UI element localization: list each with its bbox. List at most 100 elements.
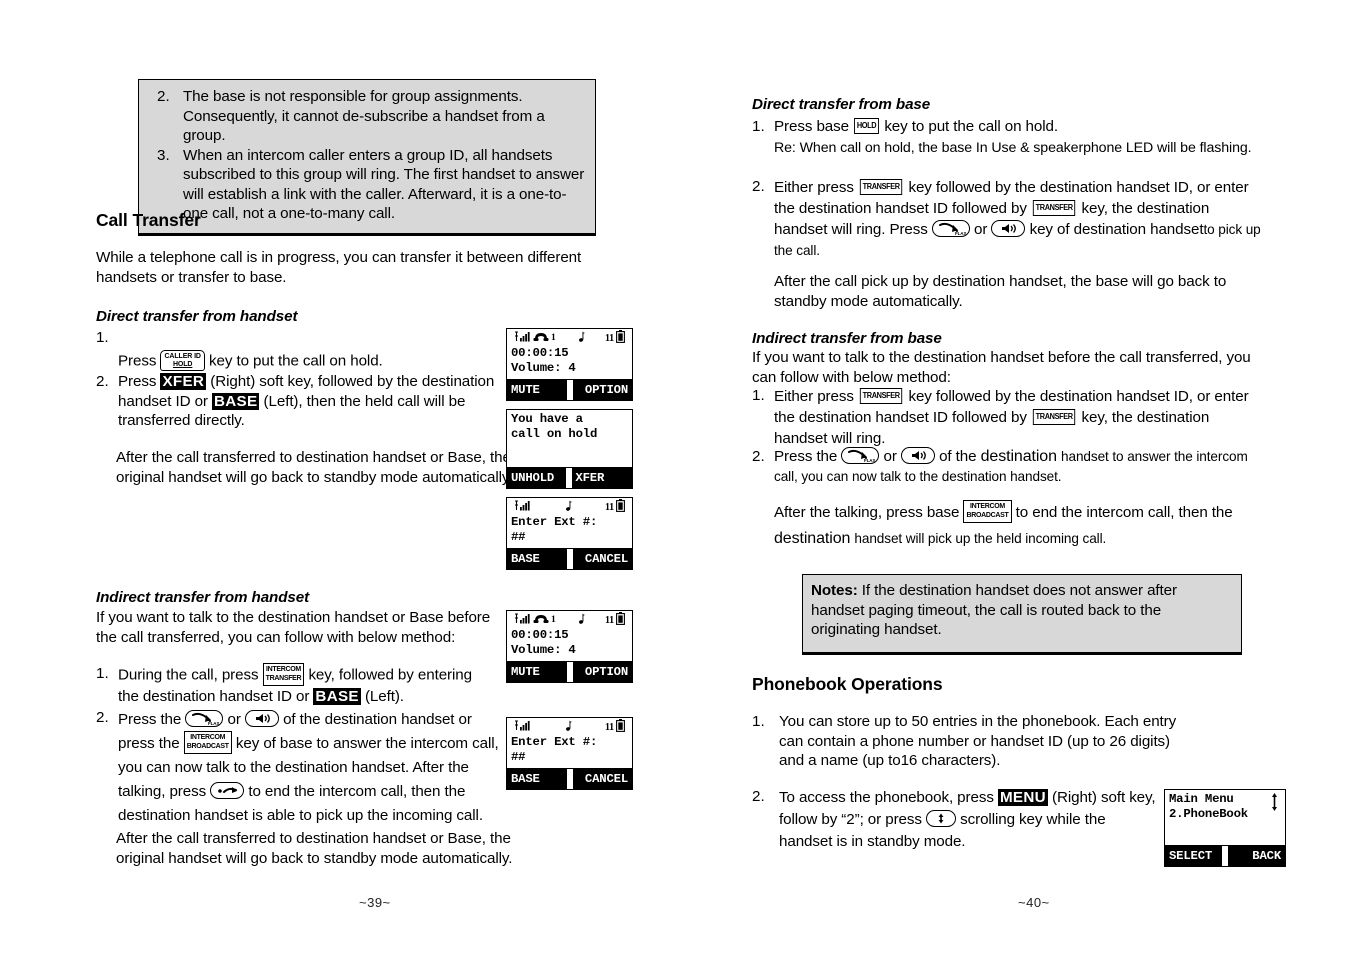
softkey-base[interactable]: BASE	[507, 769, 567, 789]
xfer-softkey-label: XFER	[160, 373, 207, 390]
lcd-softkey-bar: UNHOLD XFER	[507, 467, 632, 488]
softkey-xfer[interactable]: XFER	[572, 468, 632, 488]
scroll-key-icon	[926, 810, 956, 828]
list-number: 1.	[96, 329, 109, 346]
softkey-cancel[interactable]: CANCEL	[572, 549, 632, 569]
softkey-option[interactable]: OPTION	[572, 662, 632, 682]
softkey-mute[interactable]: MUTE	[507, 380, 567, 400]
step-text: Press	[118, 373, 157, 390]
signal-bars-icon	[514, 499, 531, 517]
list-number: 1.	[752, 713, 765, 730]
indirect-handset-intro: If you want to talk to the destination h…	[96, 609, 491, 646]
softkey-cancel[interactable]: CANCEL	[572, 769, 632, 789]
lcd-line: 2.PhoneBook	[1169, 807, 1248, 821]
indirect-transfer-base-heading: Indirect transfer from base	[752, 330, 942, 347]
base-softkey-label: BASE	[313, 688, 361, 705]
lcd-line: Enter Ext #:	[511, 515, 598, 529]
paging-timeout-notes-box: Notes: If the destination handset does n…	[802, 574, 1242, 653]
lcd-status-bar: 11	[511, 719, 628, 737]
step-text: key of destination handset	[1029, 221, 1204, 238]
speakerphone-key-icon	[244, 710, 279, 728]
notes-text: If the destination handset does not answ…	[811, 582, 1177, 638]
lcd-main-menu-screen: Main Menu 2.PhoneBook SELECT BACK	[1164, 789, 1286, 867]
signal-bars-icon	[514, 330, 531, 348]
note-text-emph: destination	[774, 530, 851, 547]
lcd-softkey-bar: MUTE OPTION	[507, 379, 632, 400]
extension-number-label: 11	[604, 722, 614, 733]
indirect-handset-step-1: 1. During the call, press INTERCOM TRANS…	[96, 663, 496, 707]
lcd-softkey-bar: BASE CANCEL	[507, 548, 632, 569]
svg-text:FLASH: FLASH	[208, 721, 219, 726]
call-transfer-intro: While a telephone call is in progress, y…	[96, 249, 582, 286]
lcd-line: Main Menu	[1169, 792, 1234, 806]
lcd-enter-ext-screen: 11 Enter Ext #: ## BASE CANCEL	[506, 497, 633, 570]
softkey-base[interactable]: BASE	[507, 549, 567, 569]
list-number: 2.	[752, 178, 765, 195]
music-note-icon	[563, 720, 573, 737]
step-text: of the	[939, 448, 977, 465]
lcd-softkey-bar: MUTE OPTION	[507, 661, 632, 682]
menu-softkey-label: MENU	[997, 789, 1048, 806]
step-text: To access the phonebook, press	[779, 789, 994, 806]
extension-number-label: 11	[604, 502, 614, 513]
group-assignment-note-box: 2. The base is not responsible for group…	[138, 79, 596, 234]
indirect-handset-step-2: 2. Press the FLASH or of the destination…	[96, 708, 504, 828]
direct-handset-step-2: 2. Press XFER (Right) soft key, followed…	[96, 372, 516, 431]
list-number: 2.	[752, 788, 765, 805]
intercom-broadcast-key-icon: INTERCOM BROADCAST	[963, 500, 1012, 524]
step-text: Press the	[118, 711, 182, 728]
lcd-call-on-hold-screen: You have a call on hold UNHOLD XFER	[506, 409, 633, 489]
list-number: 2.	[752, 448, 765, 465]
softkey-select[interactable]: SELECT	[1165, 846, 1222, 866]
base-softkey-label: BASE	[212, 392, 260, 410]
intercom-broadcast-key-icon: INTERCOM BROADCAST	[183, 731, 232, 755]
key-label-primary: INTERCOM	[265, 666, 301, 673]
battery-icon	[616, 330, 625, 348]
list-text: The base is not responsible for group as…	[183, 88, 545, 144]
lcd-softkey-bar: SELECT BACK	[1165, 845, 1285, 866]
signal-bars-icon	[514, 612, 531, 630]
music-note-icon	[563, 500, 573, 517]
list-number: 2.	[157, 88, 170, 105]
direct-base-step-1-remark: Re: When call on hold, the base In Use &…	[774, 140, 1252, 156]
phonebook-item-2: 2. To access the phonebook, press MENU (…	[752, 787, 1162, 853]
softkey-back[interactable]: BACK	[1228, 846, 1285, 866]
handset-id-label: 1	[551, 615, 556, 626]
key-label-secondary: BROADCAST	[186, 742, 229, 750]
lcd-in-call-screen: 1 11 00:00:15 Volume: 4 MUTE OPTION	[506, 328, 633, 401]
speakerphone-key-icon	[900, 447, 935, 465]
lcd-line: Volume: 4	[511, 643, 576, 657]
list-item: 2. The base is not responsible for group…	[147, 87, 585, 146]
direct-handset-note: After the call transferred to destinatio…	[116, 449, 513, 486]
key-label-secondary: BROADCAST	[966, 511, 1009, 519]
lcd-line: ##	[511, 530, 526, 544]
list-number: 2.	[96, 709, 109, 726]
right-page-column: Direct transfer from base 1. Press base …	[752, 0, 1312, 954]
softkey-option[interactable]: OPTION	[572, 380, 632, 400]
key-label-secondary: TRANSFER	[265, 674, 302, 682]
lcd-enter-ext-screen-2: 11 Enter Ext #: ## BASE CANCEL	[506, 717, 633, 790]
indirect-base-note: After the talking, press base INTERCOM B…	[774, 500, 1274, 552]
lcd-group-indirect-handset: 1 11 00:00:15 Volume: 4 MUTE OPTION 11 E…	[506, 610, 633, 790]
music-note-icon	[576, 613, 585, 630]
key-label-primary: INTERCOM	[190, 734, 226, 742]
handset-id-label: 1	[551, 333, 556, 344]
left-page-column: 2. The base is not responsible for group…	[96, 0, 656, 954]
caller-id-hold-key-icon: CALLER ID HOLD	[160, 349, 205, 371]
direct-base-step-2: 2. Either press TRANSFER key followed by…	[752, 177, 1264, 261]
notes-label: Notes:	[811, 582, 858, 599]
step-text: or	[883, 448, 897, 465]
softkey-mute[interactable]: MUTE	[507, 662, 567, 682]
lcd-group-direct-handset: 1 11 00:00:15 Volume: 4 MUTE OPTION You …	[506, 328, 633, 570]
softkey-unhold[interactable]: UNHOLD	[507, 468, 567, 488]
key-label-primary: CALLER ID	[164, 352, 201, 360]
list-number: 2.	[96, 373, 109, 390]
indirect-handset-note: After the call transferred to destinatio…	[116, 830, 513, 867]
phonebook-item-1: 1. You can store up to 50 entries in the…	[752, 712, 1192, 771]
step-text: Either press	[774, 179, 854, 196]
step-text: key to put the call on hold.	[209, 352, 383, 370]
list-item: 3. When an intercom caller enters a grou…	[147, 146, 585, 224]
intercom-transfer-key-icon: INTERCOM TRANSFER	[262, 663, 305, 686]
list-text: When an intercom caller enters a group I…	[183, 146, 585, 223]
step-text: key to put the call on hold.	[884, 118, 1058, 135]
